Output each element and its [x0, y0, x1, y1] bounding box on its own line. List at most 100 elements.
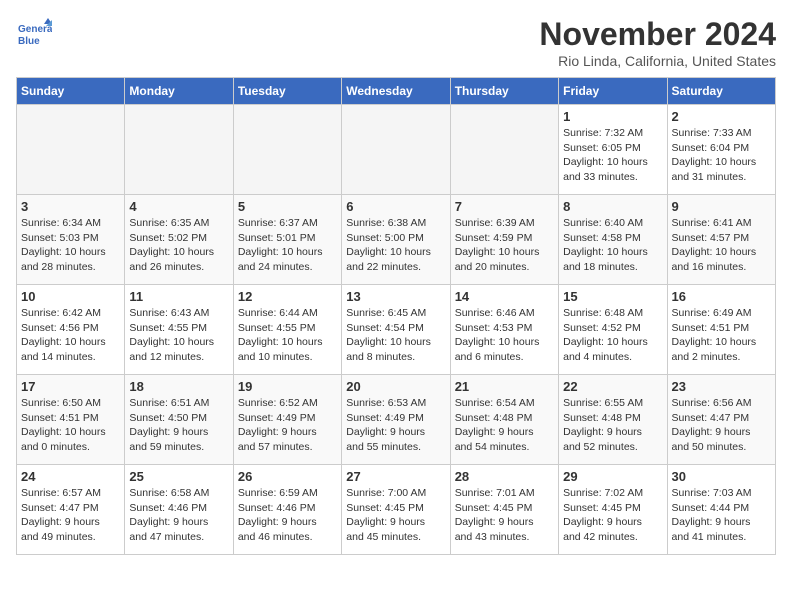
calendar-cell: 17 Sunrise: 6:50 AM Sunset: 4:51 PM Dayli…: [17, 375, 125, 465]
day-info: Sunrise: 6:40 AM Sunset: 4:58 PM Dayligh…: [563, 216, 662, 275]
calendar-cell: 22 Sunrise: 6:55 AM Sunset: 4:48 PM Dayli…: [559, 375, 667, 465]
day-info: Sunrise: 6:49 AM Sunset: 4:51 PM Dayligh…: [672, 306, 771, 365]
calendar-cell: 4 Sunrise: 6:35 AM Sunset: 5:02 PM Daylig…: [125, 195, 233, 285]
day-number: 27: [346, 469, 445, 484]
calendar-cell: 20 Sunrise: 6:53 AM Sunset: 4:49 PM Dayli…: [342, 375, 450, 465]
calendar-week-row: 17 Sunrise: 6:50 AM Sunset: 4:51 PM Dayli…: [17, 375, 776, 465]
logo-icon: General Blue: [16, 16, 52, 52]
day-info: Sunrise: 6:42 AM Sunset: 4:56 PM Dayligh…: [21, 306, 120, 365]
day-info: Sunrise: 7:00 AM Sunset: 4:45 PM Dayligh…: [346, 486, 445, 545]
day-info: Sunrise: 7:01 AM Sunset: 4:45 PM Dayligh…: [455, 486, 554, 545]
day-info: Sunrise: 6:57 AM Sunset: 4:47 PM Dayligh…: [21, 486, 120, 545]
day-number: 26: [238, 469, 337, 484]
calendar-week-row: 24 Sunrise: 6:57 AM Sunset: 4:47 PM Dayli…: [17, 465, 776, 555]
calendar-cell: 5Sunrise: 6:37 AM Sunset: 5:01 PM Daylig…: [233, 195, 341, 285]
calendar-cell: [342, 105, 450, 195]
day-number: 4: [129, 199, 228, 214]
calendar-cell: 25 Sunrise: 6:58 AM Sunset: 4:46 PM Dayli…: [125, 465, 233, 555]
day-info: Sunrise: 6:45 AM Sunset: 4:54 PM Dayligh…: [346, 306, 445, 365]
calendar-cell: 24 Sunrise: 6:57 AM Sunset: 4:47 PM Dayli…: [17, 465, 125, 555]
day-number: 20: [346, 379, 445, 394]
day-info: Sunrise: 6:34 AM Sunset: 5:03 PM Dayligh…: [21, 216, 120, 275]
day-number: 22: [563, 379, 662, 394]
day-number: 8: [563, 199, 662, 214]
day-number: 24: [21, 469, 120, 484]
day-info: Sunrise: 6:59 AM Sunset: 4:46 PM Dayligh…: [238, 486, 337, 545]
calendar-cell: 26 Sunrise: 6:59 AM Sunset: 4:46 PM Dayli…: [233, 465, 341, 555]
weekday-header-thursday: Thursday: [450, 78, 558, 105]
day-info: Sunrise: 6:58 AM Sunset: 4:46 PM Dayligh…: [129, 486, 228, 545]
day-info: Sunrise: 7:02 AM Sunset: 4:45 PM Dayligh…: [563, 486, 662, 545]
calendar-cell: [17, 105, 125, 195]
day-number: 19: [238, 379, 337, 394]
day-number: 13: [346, 289, 445, 304]
day-info: Sunrise: 6:51 AM Sunset: 4:50 PM Dayligh…: [129, 396, 228, 455]
title-area: November 2024 Rio Linda, California, Uni…: [539, 16, 776, 69]
day-number: 25: [129, 469, 228, 484]
day-number: 7: [455, 199, 554, 214]
day-number: 2: [672, 109, 771, 124]
calendar-week-row: 10 Sunrise: 6:42 AM Sunset: 4:56 PM Dayli…: [17, 285, 776, 375]
day-info: Sunrise: 6:53 AM Sunset: 4:49 PM Dayligh…: [346, 396, 445, 455]
day-number: 16: [672, 289, 771, 304]
weekday-header-wednesday: Wednesday: [342, 78, 450, 105]
day-number: 3: [21, 199, 120, 214]
calendar-cell: 19 Sunrise: 6:52 AM Sunset: 4:49 PM Dayli…: [233, 375, 341, 465]
day-info: Sunrise: 6:39 AM Sunset: 4:59 PM Dayligh…: [455, 216, 554, 275]
calendar-cell: 7 Sunrise: 6:39 AM Sunset: 4:59 PM Daylig…: [450, 195, 558, 285]
day-info: Sunrise: 6:50 AM Sunset: 4:51 PM Dayligh…: [21, 396, 120, 455]
weekday-header-sunday: Sunday: [17, 78, 125, 105]
day-info: Sunrise: 7:33 AM Sunset: 6:04 PM Dayligh…: [672, 126, 771, 185]
day-number: 10: [21, 289, 120, 304]
weekday-header-row: SundayMondayTuesdayWednesdayThursdayFrid…: [17, 78, 776, 105]
day-info: Sunrise: 6:52 AM Sunset: 4:49 PM Dayligh…: [238, 396, 337, 455]
calendar-cell: 30Sunrise: 7:03 AM Sunset: 4:44 PM Dayli…: [667, 465, 775, 555]
calendar-cell: 18 Sunrise: 6:51 AM Sunset: 4:50 PM Dayli…: [125, 375, 233, 465]
day-number: 15: [563, 289, 662, 304]
weekday-header-saturday: Saturday: [667, 78, 775, 105]
day-number: 5: [238, 199, 337, 214]
calendar-cell: 14Sunrise: 6:46 AM Sunset: 4:53 PM Dayli…: [450, 285, 558, 375]
calendar-cell: [233, 105, 341, 195]
day-number: 6: [346, 199, 445, 214]
logo: General Blue: [16, 16, 52, 52]
weekday-header-monday: Monday: [125, 78, 233, 105]
calendar-cell: 16 Sunrise: 6:49 AM Sunset: 4:51 PM Dayli…: [667, 285, 775, 375]
day-number: 28: [455, 469, 554, 484]
calendar-cell: 1Sunrise: 7:32 AM Sunset: 6:05 PM Daylig…: [559, 105, 667, 195]
location-title: Rio Linda, California, United States: [539, 53, 776, 69]
calendar-cell: 11Sunrise: 6:43 AM Sunset: 4:55 PM Dayli…: [125, 285, 233, 375]
day-info: Sunrise: 6:38 AM Sunset: 5:00 PM Dayligh…: [346, 216, 445, 275]
day-number: 23: [672, 379, 771, 394]
calendar-cell: 8 Sunrise: 6:40 AM Sunset: 4:58 PM Daylig…: [559, 195, 667, 285]
day-info: Sunrise: 6:55 AM Sunset: 4:48 PM Dayligh…: [563, 396, 662, 455]
calendar-cell: 6 Sunrise: 6:38 AM Sunset: 5:00 PM Daylig…: [342, 195, 450, 285]
day-number: 12: [238, 289, 337, 304]
calendar-cell: [125, 105, 233, 195]
calendar-cell: 10 Sunrise: 6:42 AM Sunset: 4:56 PM Dayli…: [17, 285, 125, 375]
calendar-cell: 29Sunrise: 7:02 AM Sunset: 4:45 PM Dayli…: [559, 465, 667, 555]
page-header: General Blue November 2024 Rio Linda, Ca…: [16, 16, 776, 69]
calendar-cell: 9Sunrise: 6:41 AM Sunset: 4:57 PM Daylig…: [667, 195, 775, 285]
day-info: Sunrise: 6:43 AM Sunset: 4:55 PM Dayligh…: [129, 306, 228, 365]
calendar-table: SundayMondayTuesdayWednesdayThursdayFrid…: [16, 77, 776, 555]
day-info: Sunrise: 6:35 AM Sunset: 5:02 PM Dayligh…: [129, 216, 228, 275]
day-number: 14: [455, 289, 554, 304]
day-number: 9: [672, 199, 771, 214]
day-number: 18: [129, 379, 228, 394]
calendar-cell: 15Sunrise: 6:48 AM Sunset: 4:52 PM Dayli…: [559, 285, 667, 375]
calendar-cell: 27 Sunrise: 7:00 AM Sunset: 4:45 PM Dayli…: [342, 465, 450, 555]
day-number: 17: [21, 379, 120, 394]
weekday-header-tuesday: Tuesday: [233, 78, 341, 105]
calendar-week-row: 1Sunrise: 7:32 AM Sunset: 6:05 PM Daylig…: [17, 105, 776, 195]
day-info: Sunrise: 6:44 AM Sunset: 4:55 PM Dayligh…: [238, 306, 337, 365]
weekday-header-friday: Friday: [559, 78, 667, 105]
calendar-cell: 2 Sunrise: 7:33 AM Sunset: 6:04 PM Daylig…: [667, 105, 775, 195]
day-info: Sunrise: 7:03 AM Sunset: 4:44 PM Dayligh…: [672, 486, 771, 545]
day-info: Sunrise: 6:54 AM Sunset: 4:48 PM Dayligh…: [455, 396, 554, 455]
day-info: Sunrise: 7:32 AM Sunset: 6:05 PM Dayligh…: [563, 126, 662, 185]
calendar-cell: 3 Sunrise: 6:34 AM Sunset: 5:03 PM Daylig…: [17, 195, 125, 285]
calendar-cell: 21Sunrise: 6:54 AM Sunset: 4:48 PM Dayli…: [450, 375, 558, 465]
calendar-cell: 13 Sunrise: 6:45 AM Sunset: 4:54 PM Dayli…: [342, 285, 450, 375]
month-title: November 2024: [539, 16, 776, 53]
